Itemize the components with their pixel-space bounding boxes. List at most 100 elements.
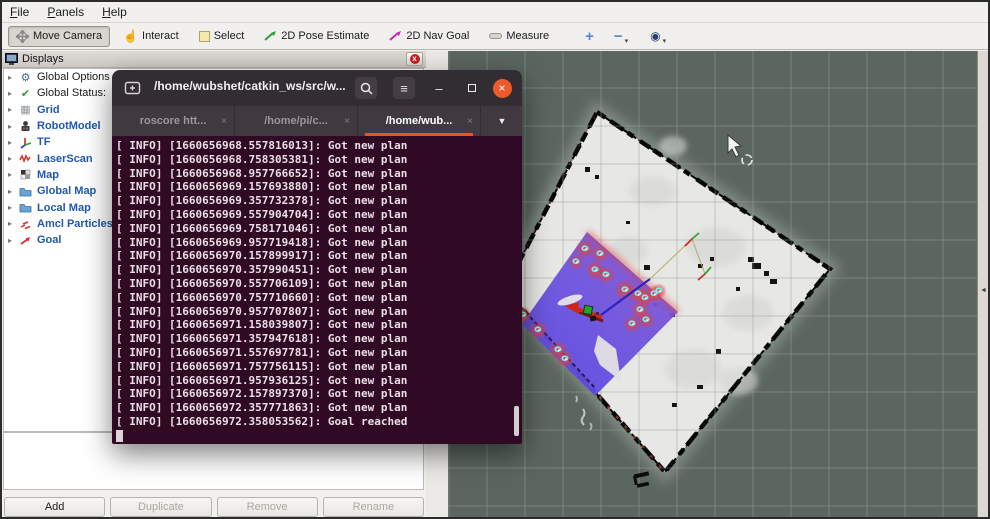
- new-tab-icon: [124, 81, 141, 95]
- duplicate-button[interactable]: Duplicate: [110, 497, 212, 517]
- folder-icon: [18, 185, 33, 198]
- log-line: [ INFO] [1660656969.357732378]: Got new …: [116, 194, 408, 208]
- menu-button[interactable]: ≡: [393, 77, 415, 99]
- pose-estimate-button[interactable]: 2D Pose Estimate: [257, 26, 376, 47]
- log-line: [ INFO] [1660656969.957719418]: Got new …: [116, 235, 408, 249]
- log-line: [ INFO] [1660656972.357771863]: Got new …: [116, 401, 408, 415]
- terminal-title: /home/wubshet/catkin_ws/src/w...: [154, 79, 346, 93]
- nav-goal-label: 2D Nav Goal: [406, 30, 470, 42]
- tree-item-label: Global Options: [37, 71, 110, 84]
- terminal-titlebar[interactable]: /home/wubshet/catkin_ws/src/w... ≡ – ×: [112, 70, 522, 106]
- tool-options-button[interactable]: ◉ ▾: [643, 26, 675, 47]
- close-button[interactable]: ×: [491, 77, 513, 99]
- maximize-icon: [468, 84, 476, 92]
- select-button[interactable]: Select: [192, 26, 252, 47]
- log-line: [ INFO] [1660656972.157897370]: Got new …: [116, 387, 408, 401]
- hand-icon: ☝: [123, 29, 139, 43]
- expander-icon[interactable]: ▸: [8, 122, 18, 131]
- close-icon: x: [409, 54, 420, 64]
- search-button[interactable]: [355, 77, 377, 99]
- nav-goal-button[interactable]: 2D Nav Goal: [382, 26, 476, 47]
- side-panel-collapsed[interactable]: ◄: [977, 51, 988, 517]
- folder-icon: [18, 201, 33, 214]
- plus-icon: +: [585, 27, 594, 45]
- measure-button[interactable]: Measure: [482, 26, 556, 47]
- expander-icon[interactable]: ▸: [8, 89, 18, 98]
- log-line: [ INFO] [1660656968.957766652]: Got new …: [116, 166, 408, 180]
- menu-panels[interactable]: Panels: [47, 5, 84, 19]
- select-label: Select: [213, 30, 245, 42]
- menu-bar: File Panels Help: [2, 2, 988, 23]
- log-line: [ INFO] [1660656972.358053562]: Goal rea…: [116, 414, 408, 428]
- expander-icon[interactable]: ▸: [8, 219, 18, 228]
- rviz-window: File Panels Help Move Camera ☝ Interact …: [0, 0, 990, 519]
- displays-panel-title: Displays: [22, 53, 64, 65]
- minus-icon: −: [613, 27, 623, 45]
- move-camera-button[interactable]: Move Camera: [8, 25, 111, 47]
- expander-icon[interactable]: ▸: [8, 203, 18, 212]
- log-line: [ INFO] [1660656968.758305381]: Got new …: [116, 152, 408, 166]
- expander-icon[interactable]: ▸: [8, 105, 18, 114]
- collapse-arrow-icon[interactable]: ◄: [980, 287, 987, 294]
- remove-button[interactable]: Remove: [216, 497, 318, 517]
- minimize-button[interactable]: –: [428, 77, 450, 99]
- terminal-scrollbar[interactable]: [514, 406, 519, 436]
- robot-icon: [18, 120, 33, 133]
- monitor-icon: [5, 53, 18, 65]
- tab-list-dropdown[interactable]: ▼: [482, 106, 522, 136]
- maximize-button[interactable]: [461, 77, 483, 99]
- goal-arrow-icon: [18, 234, 33, 247]
- log-line: [ INFO] [1660656968.557816013]: Got new …: [116, 139, 408, 152]
- move-camera-label: Move Camera: [33, 30, 103, 42]
- rename-button[interactable]: Rename: [322, 497, 424, 517]
- tree-item-label: RobotModel: [37, 120, 101, 133]
- remove-tool-button[interactable]: − ▾: [607, 26, 637, 47]
- add-button[interactable]: Add: [4, 497, 106, 517]
- toolbar: Move Camera ☝ Interact Select 2D Pose Es…: [2, 23, 988, 50]
- axes-icon: [18, 136, 33, 149]
- log-line: [ INFO] [1660656969.157693880]: Got new …: [116, 180, 408, 194]
- chevron-down-icon: ▾: [662, 37, 667, 45]
- log-line: [ INFO] [1660656970.157899917]: Got new …: [116, 249, 408, 263]
- menu-file[interactable]: File: [10, 5, 29, 19]
- log-line: [ INFO] [1660656971.557697781]: Got new …: [116, 345, 408, 359]
- log-line: [ INFO] [1660656969.758171046]: Got new …: [116, 221, 408, 235]
- displays-panel-header[interactable]: Displays x: [2, 51, 426, 68]
- expander-icon[interactable]: ▸: [8, 138, 18, 147]
- green-arrow-icon: [264, 30, 277, 42]
- chevron-down-icon: ▾: [624, 37, 629, 45]
- small-obstacle-icon: [632, 471, 650, 488]
- expander-icon[interactable]: ▸: [8, 170, 18, 179]
- expander-icon[interactable]: ▸: [8, 154, 18, 163]
- log-line: [ INFO] [1660656970.557706109]: Got new …: [116, 276, 408, 290]
- log-line: [ INFO] [1660656969.557904704]: Got new …: [116, 207, 408, 221]
- add-tool-button[interactable]: +: [578, 26, 601, 47]
- tree-item-label: Global Status:: [37, 87, 107, 100]
- stray-scan-marks: [575, 395, 593, 431]
- move-camera-icon: [16, 29, 29, 43]
- tab-roscore[interactable]: roscore htt... ×: [112, 106, 235, 136]
- tab-home-wub[interactable]: /home/wub... ×: [358, 106, 481, 136]
- menu-help[interactable]: Help: [102, 5, 127, 19]
- expander-icon[interactable]: ▸: [8, 236, 18, 245]
- terminal-output[interactable]: [ INFO] [1660656968.557816013]: Got new …: [112, 136, 522, 444]
- search-icon: [360, 82, 373, 95]
- displays-close-button[interactable]: x: [406, 52, 423, 66]
- terminal-window[interactable]: /home/wubshet/catkin_ws/src/w... ≡ – × r…: [112, 70, 522, 444]
- interact-button[interactable]: ☝ Interact: [116, 26, 186, 47]
- tab-home-pi[interactable]: /home/pi/c... ×: [235, 106, 358, 136]
- tree-item-label: Goal: [37, 234, 62, 247]
- log-line: [ INFO] [1660656970.757710660]: Got new …: [116, 290, 408, 304]
- tree-item-label: TF: [37, 136, 51, 149]
- tab-close-icon[interactable]: ×: [221, 116, 227, 127]
- expander-icon[interactable]: ▸: [8, 73, 18, 82]
- expander-icon[interactable]: ▸: [8, 187, 18, 196]
- new-tab-button[interactable]: [122, 78, 144, 98]
- chevron-down-icon: ▼: [497, 116, 507, 126]
- 3d-view[interactable]: [448, 51, 977, 517]
- tab-close-icon[interactable]: ×: [344, 116, 350, 127]
- pose-estimate-label: 2D Pose Estimate: [281, 30, 370, 42]
- tab-label: /home/wub...: [385, 115, 453, 127]
- tree-item-label: Map: [37, 168, 59, 181]
- tab-close-icon[interactable]: ×: [467, 116, 473, 127]
